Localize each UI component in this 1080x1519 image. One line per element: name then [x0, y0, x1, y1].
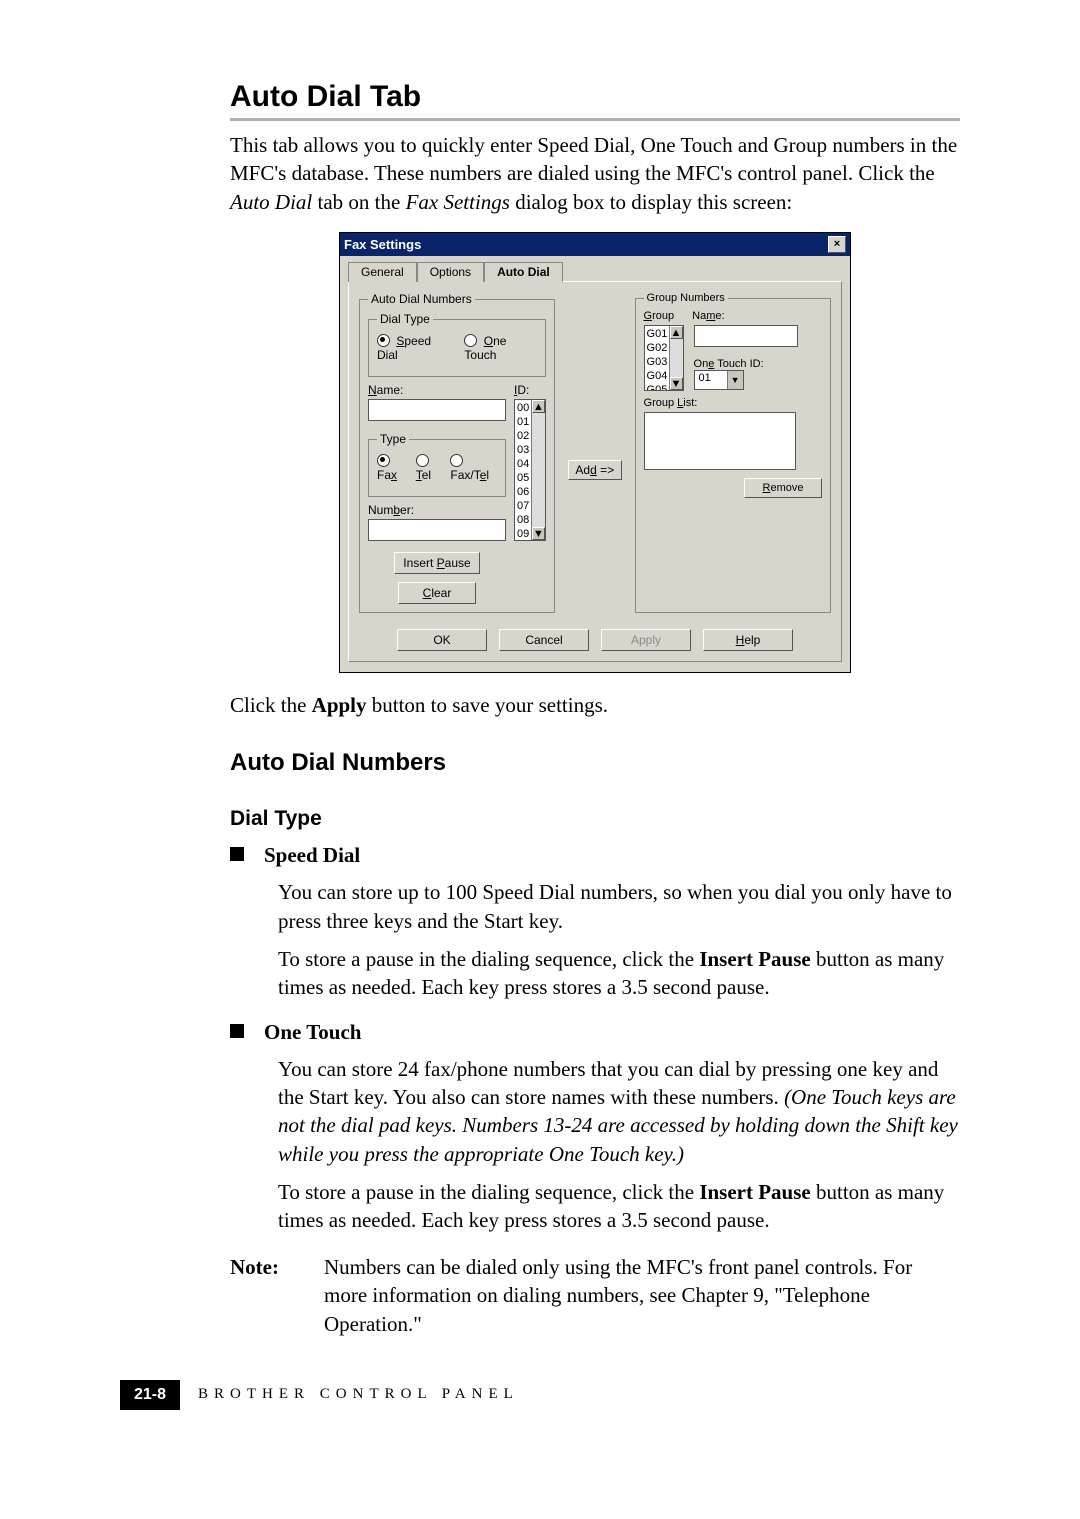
dial-type-heading: Dial Type	[230, 807, 960, 831]
intro-text-1: This tab allows you to quickly enter Spe…	[230, 133, 957, 185]
add-button[interactable]: Add =>	[568, 460, 622, 480]
dial-type-legend: Dial Type	[377, 312, 433, 326]
speed-dial-p1: You can store up to 100 Speed Dial numbe…	[278, 878, 960, 935]
group-label: Group	[644, 310, 675, 322]
help-button[interactable]: Help	[703, 629, 793, 651]
intro-paragraph: This tab allows you to quickly enter Spe…	[230, 131, 960, 216]
speed-dial-p2: To store a pause in the dialing sequence…	[278, 945, 960, 1002]
clear-button[interactable]: Clear	[398, 582, 476, 604]
intro-text-2: tab on the	[318, 190, 406, 214]
type-legend: Type	[377, 432, 409, 446]
title-rule	[230, 118, 960, 121]
one-touch-title: One Touch	[264, 1020, 361, 1044]
radio-icon	[377, 334, 390, 347]
tab-options[interactable]: Options	[417, 262, 484, 282]
tab-autodial[interactable]: Auto Dial	[484, 262, 563, 282]
group-list-box[interactable]	[644, 412, 796, 470]
apply-instruction: Click the Apply button to save your sett…	[230, 691, 960, 719]
remove-button[interactable]: Remove	[744, 478, 822, 498]
autodial-numbers-group: Auto Dial Numbers Dial Type Speed Dial	[359, 292, 555, 613]
dropdown-value: 01	[695, 371, 727, 389]
autodial-numbers-legend: Auto Dial Numbers	[368, 292, 475, 306]
close-icon[interactable]: ×	[828, 236, 846, 253]
group-list-label: Group List:	[644, 397, 822, 409]
radio-fax[interactable]: Fax	[377, 454, 408, 482]
dialog-titlebar: Fax Settings ×	[340, 233, 850, 256]
name-label: Name:	[368, 383, 506, 397]
one-touch-id-dropdown[interactable]: 01 ▼	[694, 370, 744, 390]
footer-text: BROTHER CONTROL PANEL	[198, 1386, 519, 1403]
speed-dial-title: Speed Dial	[264, 843, 360, 867]
note-label: Note:	[230, 1253, 310, 1338]
one-touch-p1: You can store 24 fax/phone numbers that …	[278, 1055, 960, 1168]
dial-type-group: Dial Type Speed Dial One Touch	[368, 312, 546, 377]
insert-pause-button[interactable]: Insert Pause	[394, 552, 479, 574]
chevron-down-icon[interactable]: ▼	[727, 371, 743, 389]
fax-settings-dialog: Fax Settings × General Options Auto Dial…	[339, 232, 851, 673]
group-name-input[interactable]	[694, 325, 798, 347]
intro-text-3: dialog box to display this screen:	[515, 190, 792, 214]
one-touch-id-label: One Touch ID:	[694, 358, 822, 370]
page-number-chip: 21-8	[120, 1380, 180, 1410]
scroll-down-icon[interactable]: ▼	[670, 377, 683, 390]
ok-button[interactable]: OK	[397, 629, 487, 651]
dialog-title: Fax Settings	[344, 237, 828, 252]
bullet-square-icon	[230, 847, 244, 861]
scroll-up-icon[interactable]: ▲	[532, 400, 545, 413]
apply-word: Apply	[312, 693, 367, 717]
radio-icon	[416, 454, 429, 467]
scroll-up-icon[interactable]: ▲	[670, 326, 683, 339]
cancel-button[interactable]: Cancel	[499, 629, 589, 651]
id-listbox[interactable]: 00 01 02 03 04 05 06 07 08	[514, 399, 546, 541]
group-name-label: Name:	[692, 310, 724, 322]
auto-dial-numbers-heading: Auto Dial Numbers	[230, 749, 960, 777]
name-input[interactable]	[368, 399, 506, 421]
note: Note: Numbers can be dialed only using t…	[230, 1253, 960, 1338]
page-title: Auto Dial Tab	[230, 80, 960, 114]
radio-one-touch[interactable]: One Touch	[464, 334, 537, 362]
apply-button[interactable]: Apply	[601, 629, 691, 651]
note-body: Numbers can be dialed only using the MFC…	[324, 1253, 960, 1338]
number-input[interactable]	[368, 519, 506, 541]
feature-speed-dial: Speed Dial You can store up to 100 Speed…	[230, 843, 960, 1001]
type-group: Type Fax Tel Fax/Tel	[368, 432, 506, 497]
dialog-tabs: General Options Auto Dial	[348, 262, 842, 282]
number-label: Number:	[368, 503, 506, 517]
radio-faxtel[interactable]: Fax/Tel	[450, 454, 497, 482]
scrollbar[interactable]: ▲ ▼	[669, 326, 683, 390]
group-numbers-legend: Group Numbers	[644, 292, 728, 304]
radio-icon	[450, 454, 463, 467]
scroll-down-icon[interactable]: ▼	[532, 527, 545, 540]
intro-emph-autodial: Auto Dial	[230, 190, 312, 214]
scrollbar[interactable]: ▲ ▼	[531, 400, 545, 540]
radio-speed-dial[interactable]: Speed Dial	[377, 334, 450, 362]
radio-icon	[464, 334, 477, 347]
id-label: ID:	[514, 383, 546, 397]
feature-one-touch: One Touch You can store 24 fax/phone num…	[230, 1020, 960, 1235]
group-listbox[interactable]: G01 G02 G03 G04 G05 ▲ ▼	[644, 325, 684, 391]
group-numbers-group: Group Numbers Group Name: G01 G02 G03	[635, 292, 831, 613]
text: Click the	[230, 693, 312, 717]
one-touch-p2: To store a pause in the dialing sequence…	[278, 1178, 960, 1235]
bullet-square-icon	[230, 1024, 244, 1038]
text: button to save your settings.	[372, 693, 608, 717]
radio-tel[interactable]: Tel	[416, 454, 443, 482]
radio-icon	[377, 454, 390, 467]
tab-general[interactable]: General	[348, 262, 417, 282]
intro-emph-faxsettings: Fax Settings	[406, 190, 510, 214]
